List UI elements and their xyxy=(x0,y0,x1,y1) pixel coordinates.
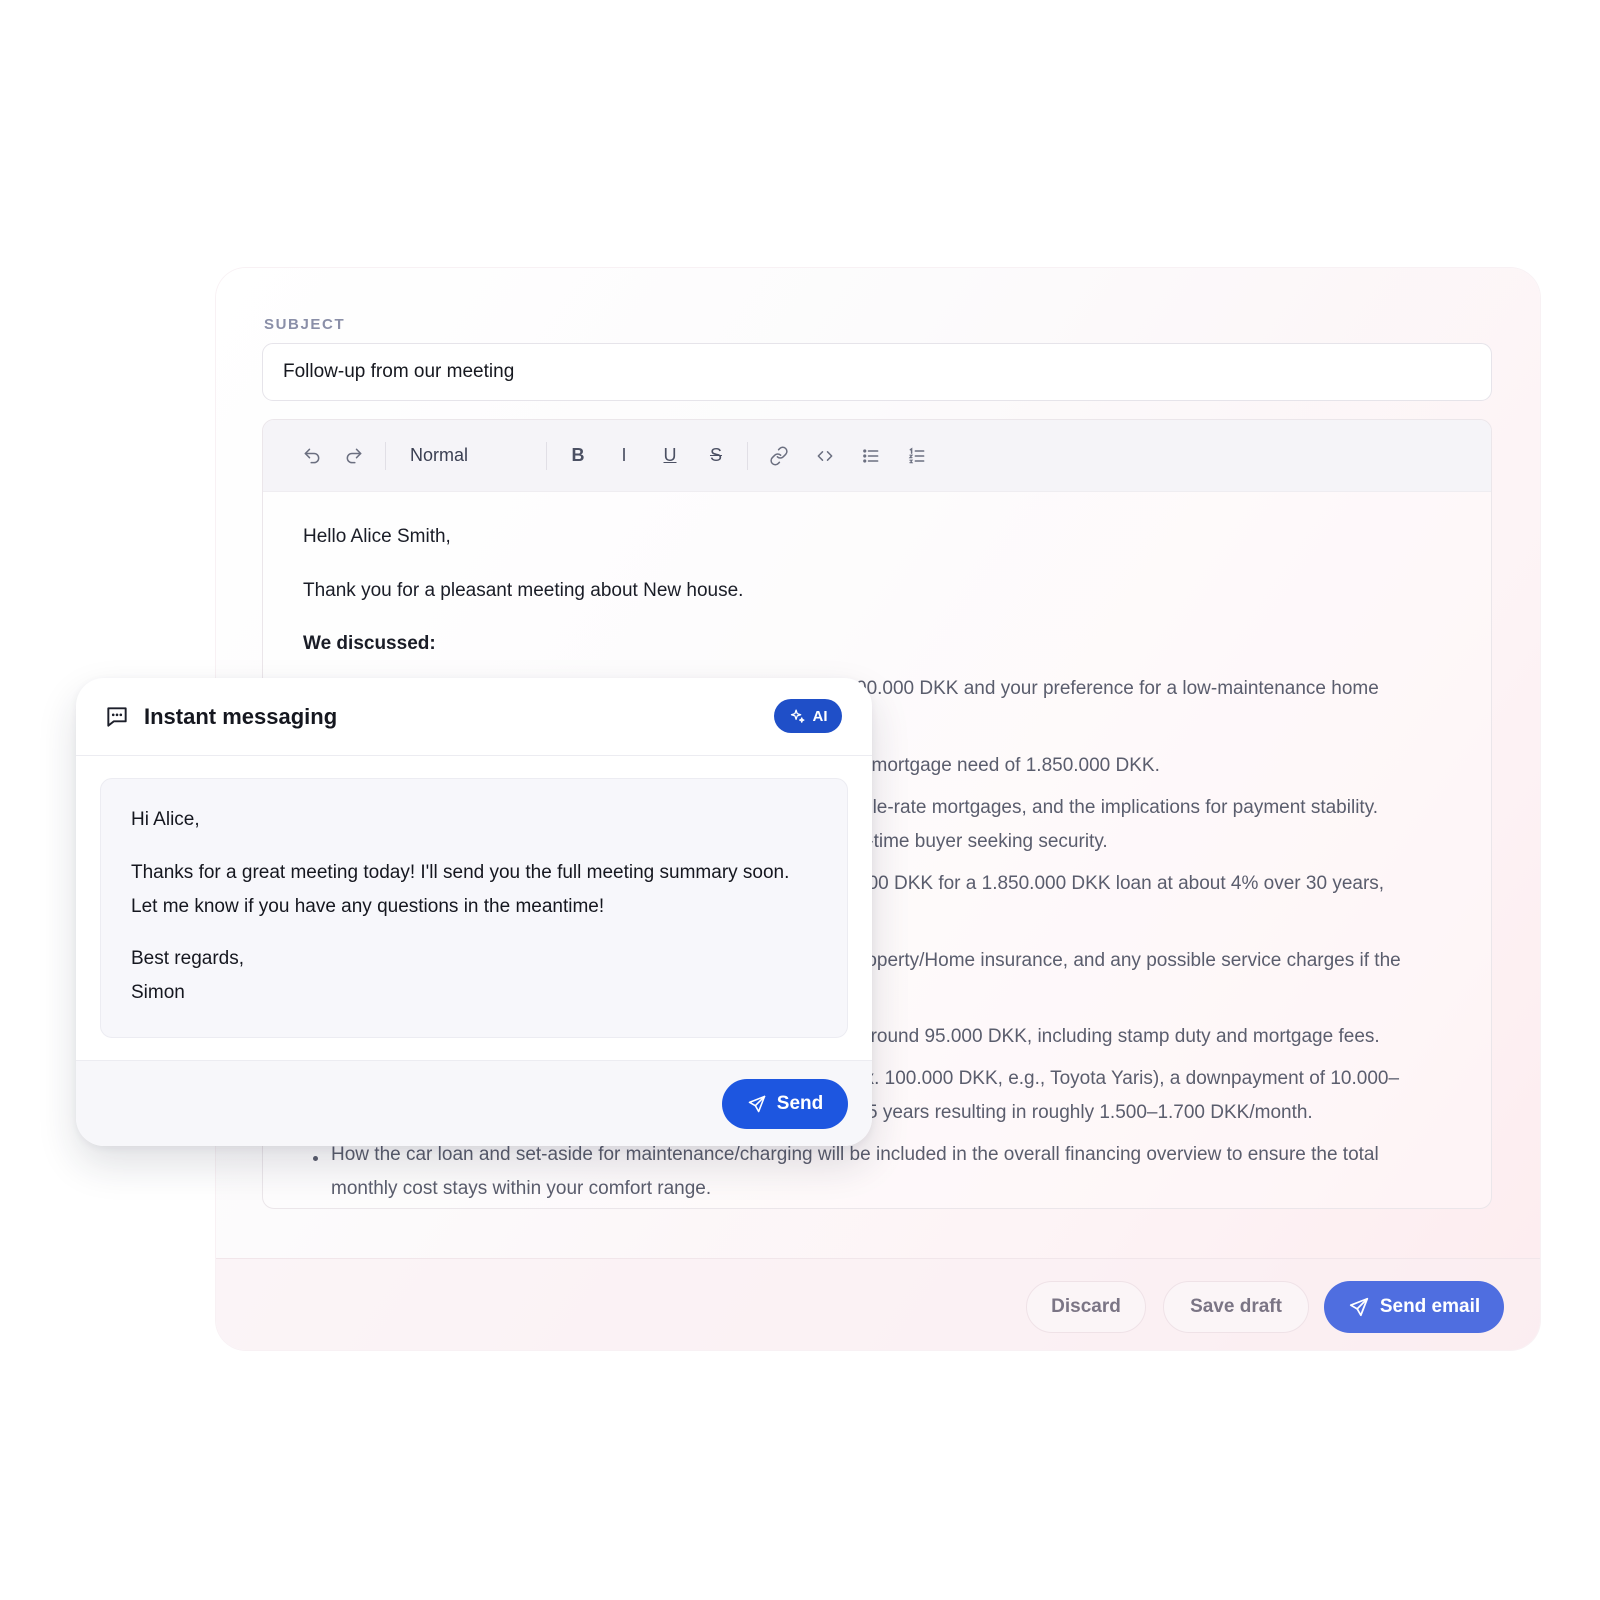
ai-badge-label: AI xyxy=(812,707,828,725)
im-footer: Send xyxy=(76,1060,872,1146)
list-item: 00.000 DKK and your preference for a low… xyxy=(856,678,1379,699)
chat-icon xyxy=(107,706,127,727)
numbered-list-icon[interactable] xyxy=(896,436,938,476)
list-item: 5 years resulting in roughly 1.500–1.700… xyxy=(867,1102,1313,1123)
undo-icon[interactable] xyxy=(291,436,333,476)
underline-button[interactable]: U xyxy=(649,436,691,476)
list-item: 500 DKK for a 1.850.000 DKK loan at abou… xyxy=(857,873,1385,894)
list-item: t-time buyer seeking security. xyxy=(862,831,1108,852)
send-label: Send xyxy=(776,1093,824,1114)
bullet-list-icon[interactable] xyxy=(850,436,892,476)
list-item: How the car loan and set-aside for maint… xyxy=(313,1144,1379,1165)
send-icon xyxy=(748,1095,766,1113)
im-line: Let me know if you have any questions in… xyxy=(131,896,605,917)
toolbar-divider xyxy=(385,441,386,470)
im-closing: Best regards, xyxy=(131,948,244,969)
list-item-continuation: monthly cost stays within your comfort r… xyxy=(331,1178,712,1199)
send-email-button[interactable]: Send email xyxy=(1324,1281,1504,1333)
email-greeting: Hello Alice Smith, xyxy=(303,526,451,547)
code-icon[interactable] xyxy=(804,436,846,476)
subject-label: SUBJECT xyxy=(264,316,346,333)
ai-badge[interactable]: AI xyxy=(774,699,842,733)
instant-messaging-panel: Instant messaging AI Hi Alice, Thanks fo… xyxy=(76,678,872,1146)
toolbar-divider xyxy=(546,441,547,470)
discard-button[interactable]: Discard xyxy=(1026,1281,1146,1333)
im-greeting: Hi Alice, xyxy=(131,809,200,830)
bold-button[interactable]: B xyxy=(557,436,599,476)
toolbar-divider xyxy=(747,441,748,470)
send-email-label: Send email xyxy=(1379,1296,1481,1317)
block-style-select[interactable]: Normal xyxy=(396,445,536,466)
im-title: Instant messaging xyxy=(144,703,338,729)
list-item: ox. 100.000 DKK, e.g., Toyota Yaris), a … xyxy=(854,1068,1400,1089)
im-line: Thanks for a great meeting today! I'll s… xyxy=(131,862,790,883)
subject-value: Follow-up from our meeting xyxy=(283,361,515,382)
list-item: around 95.000 DKK, including stamp duty … xyxy=(860,1026,1380,1047)
im-header: Instant messaging AI xyxy=(76,678,872,756)
editor-toolbar: Normal B I U S xyxy=(263,420,1491,492)
email-intro: Thank you for a pleasant meeting about N… xyxy=(303,580,744,601)
im-signature: Simon xyxy=(131,982,185,1003)
list-item: roperty/Home insurance, and any possible… xyxy=(860,950,1401,971)
send-button[interactable]: Send xyxy=(722,1079,848,1129)
redo-icon[interactable] xyxy=(333,436,375,476)
link-icon[interactable] xyxy=(758,436,800,476)
strikethrough-button[interactable]: S xyxy=(695,436,737,476)
italic-button[interactable]: I xyxy=(603,436,645,476)
sparkle-icon xyxy=(790,708,805,723)
discussed-heading: We discussed: xyxy=(303,633,436,654)
send-icon xyxy=(1349,1297,1368,1317)
save-draft-button[interactable]: Save draft xyxy=(1163,1281,1309,1333)
composer-footer: Discard Save draft Send email xyxy=(216,1258,1540,1350)
im-message-box[interactable]: Hi Alice, Thanks for a great meeting tod… xyxy=(100,778,848,1038)
list-item: l mortgage need of 1.850.000 DKK. xyxy=(862,755,1160,776)
subject-input[interactable]: Follow-up from our meeting xyxy=(262,343,1492,401)
list-item: ble-rate mortgages, and the implications… xyxy=(862,797,1379,818)
